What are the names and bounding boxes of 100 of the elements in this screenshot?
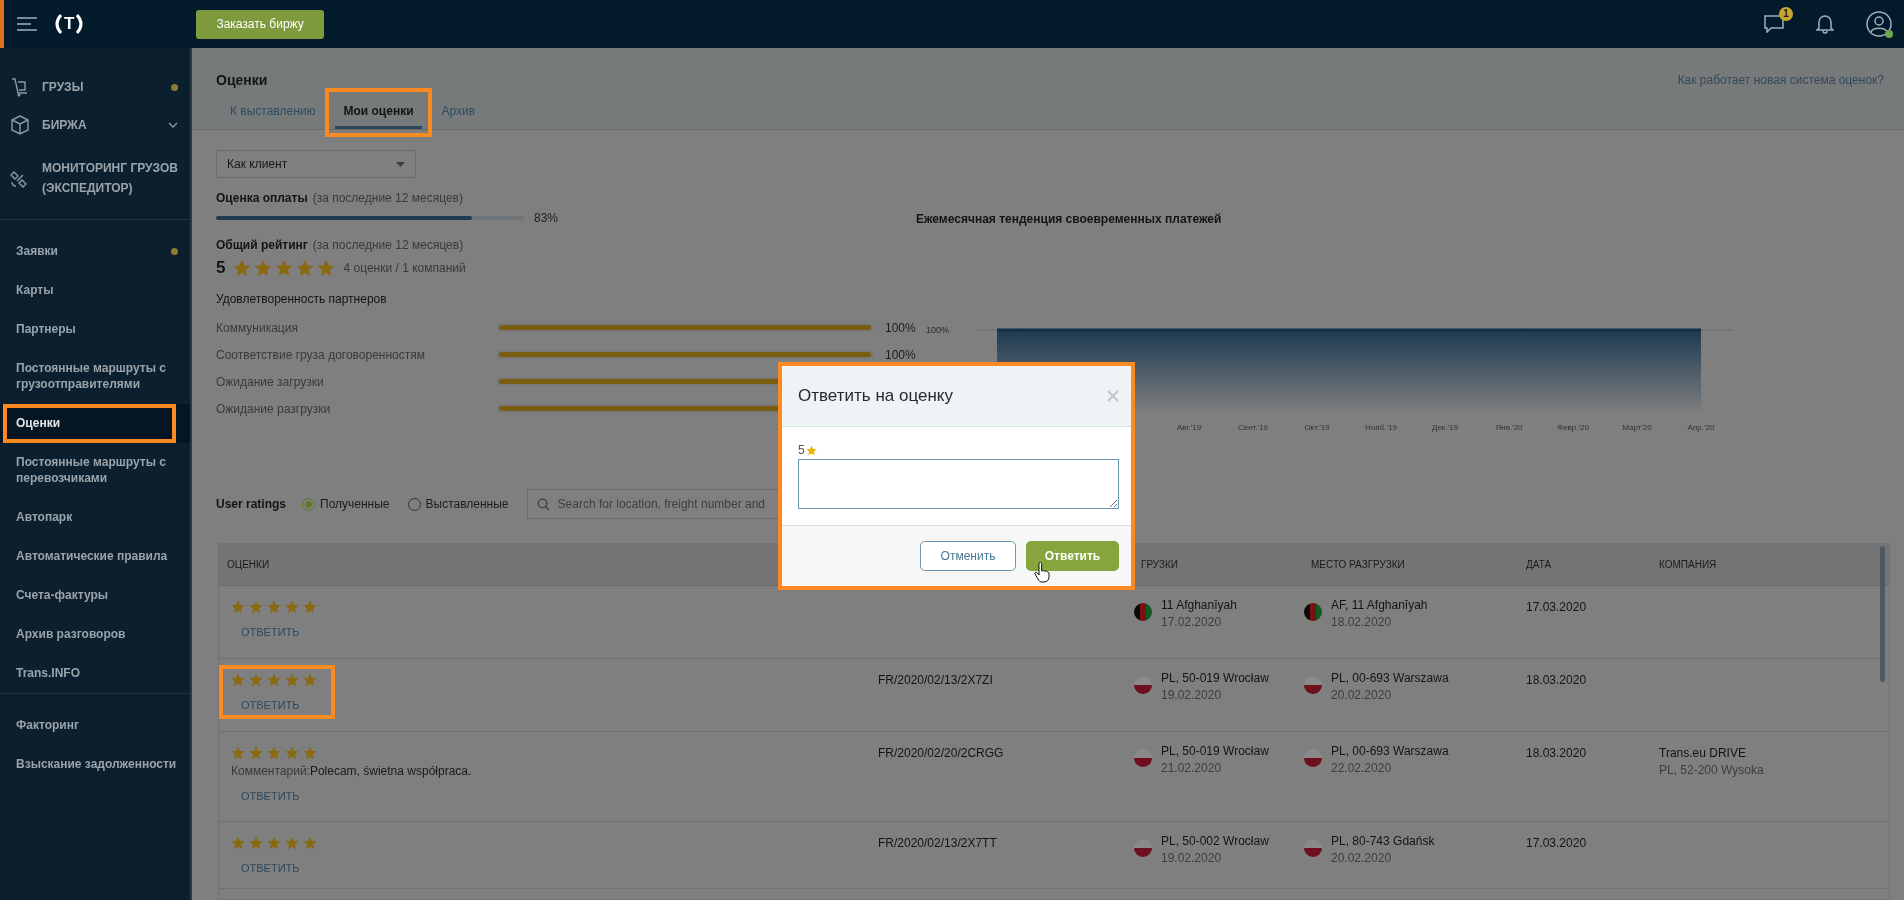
place-date: 19.02.2020 — [1161, 851, 1223, 865]
flag-icon — [1133, 838, 1153, 858]
comment-label: Комментарий: — [231, 764, 310, 778]
sidebar-section-label: ГРУЗЫ — [42, 79, 85, 96]
star-icon — [805, 444, 817, 456]
rating-date: 17.03.2020 — [1526, 836, 1587, 850]
place-date: 22.02.2020 — [1331, 761, 1393, 775]
period-note: (за последние 12 месяцев) — [312, 191, 463, 205]
scrollbar[interactable] — [1880, 546, 1885, 682]
flag-icon — [1133, 748, 1153, 768]
status-dot — [1885, 30, 1893, 38]
place-text: PL, 50-019 Wrocław — [1161, 744, 1269, 758]
comment-text: Polecam, świetna współpraca. — [309, 764, 472, 778]
percent-reading: 100% — [885, 320, 916, 335]
axis-label: Март'20 — [1622, 423, 1652, 432]
place-text: PL, 00-693 Warszawa — [1331, 671, 1449, 685]
flag-icon — [1303, 838, 1323, 858]
place-text: 11 Afghanīyah — [1161, 598, 1237, 612]
sidebar-item[interactable]: Счета-фактуры — [0, 576, 190, 615]
sidebar-section-item[interactable]: МОНИТОРИНГ ГРУЗОВ (ЭКСПЕДИТОР) — [0, 144, 190, 207]
search-icon — [536, 498, 550, 511]
overall-rating-label: Общий рейтинг — [216, 238, 308, 252]
axis-label: Авг.'19 — [1176, 423, 1202, 432]
axis-label: Февр.'20 — [1557, 423, 1589, 432]
sidebar-item[interactable]: Взыскание задолженности — [0, 745, 190, 784]
rating-score: 5 — [216, 258, 226, 278]
sidebar-section-label: БИРЖА — [42, 117, 88, 134]
rating-date: 18.03.2020 — [1526, 673, 1587, 687]
page-title: Оценки — [216, 72, 268, 88]
flag-icon — [1303, 748, 1323, 768]
place-text: PL, 50-019 Wrocław — [1161, 671, 1269, 685]
hand-cursor-icon — [1034, 562, 1050, 583]
column-header: КОМПАНИЯ — [1658, 559, 1718, 570]
sidebar-item[interactable]: Партнеры — [0, 310, 190, 349]
sidebar-item[interactable]: Архив разговоров — [0, 615, 190, 654]
place-text: PL, 80-743 Gdańsk — [1331, 834, 1435, 848]
criterion-label: Ожидание разгрузки — [216, 401, 332, 416]
sidebar-item[interactable]: Автоматические правила — [0, 537, 190, 576]
accent-stripe — [0, 0, 4, 48]
place-date: 18.02.2020 — [1331, 615, 1393, 629]
radio-option[interactable]: Полученные — [302, 497, 390, 511]
flag-icon — [1303, 602, 1323, 622]
place-text: PL, 50-002 Wrocław — [1161, 834, 1269, 848]
caret-icon — [396, 161, 405, 167]
flag-icon — [1303, 675, 1323, 695]
user-avatar-icon[interactable] — [1866, 11, 1892, 37]
section-title: Удовлетворенность партнеров — [216, 292, 388, 306]
column-header: ОЦЕНКИ — [226, 559, 271, 570]
sidebar-item[interactable]: Trans.INFO — [0, 654, 190, 693]
hand-truck-icon — [10, 77, 30, 97]
sidebar-item[interactable]: Карты — [0, 271, 190, 310]
flag-icon — [1133, 602, 1153, 622]
flag-icon — [1133, 675, 1153, 695]
menu-icon[interactable] — [17, 17, 37, 31]
payment-rating-label: Оценка оплаты — [216, 191, 308, 205]
dialog-title: Ответить на оценку — [798, 386, 953, 406]
notification-badge: 1 — [1779, 7, 1793, 21]
chat-icon[interactable] — [1764, 15, 1784, 33]
axis-label: Дек.'19 — [1432, 423, 1458, 432]
company-name: Trans.eu DRIVE — [1659, 746, 1747, 760]
axis-label: 100% — [926, 325, 950, 335]
radio-button[interactable] — [302, 497, 316, 511]
sidebar-item[interactable]: Заявки — [0, 232, 190, 271]
reply-text-area[interactable] — [798, 459, 1119, 509]
sidebar-item[interactable]: Оценки — [0, 404, 190, 443]
axis-label: Апр.'20 — [1687, 423, 1715, 432]
role-select[interactable]: Как клиент — [216, 150, 416, 178]
radio-option[interactable]: Выставленные — [407, 497, 509, 511]
bell-icon[interactable] — [1816, 14, 1834, 34]
criterion-label: Ожидание загрузки — [216, 374, 325, 389]
rating-summary: 4 оценки / 1 компаний — [343, 261, 466, 275]
cancel-button[interactable]: Отменить — [920, 541, 1016, 571]
period-note: (за последние 12 месяцев) — [312, 238, 464, 252]
column-header: ДАТА — [1525, 559, 1553, 570]
place-date: 20.02.2020 — [1331, 851, 1393, 865]
logo[interactable]: T — [51, 13, 88, 35]
place-text: AF, 11 Afghanīyah — [1331, 598, 1428, 612]
place-date: 19.02.2020 — [1161, 688, 1223, 702]
sidebar-item[interactable]: Факторинг — [0, 706, 190, 745]
freight-number: FR/2020/02/13/2X7ZI — [878, 673, 993, 687]
rating-value: 5 — [798, 443, 805, 457]
sidebar-item[interactable]: Автопарк — [0, 498, 190, 537]
axis-label: Нояб.'19 — [1365, 423, 1397, 432]
place-date: 21.02.2020 — [1161, 761, 1223, 775]
sidebar-section-label: МОНИТОРИНГ ГРУЗОВ (ЭКСПЕДИТОР) — [42, 160, 178, 197]
freight-number: FR/2020/02/20/2CRGG — [878, 746, 1004, 760]
rating-date: 18.03.2020 — [1526, 746, 1587, 760]
cube-icon — [10, 115, 30, 135]
column-header: ГРУЗКИ — [1140, 559, 1180, 570]
sidebar-section-item[interactable]: БИРЖА — [0, 106, 190, 144]
percent-reading: 83% — [534, 211, 559, 225]
company-address: PL, 52-200 Wysoka — [1659, 763, 1765, 777]
place-date: 20.02.2020 — [1331, 688, 1393, 702]
sidebar-item[interactable]: Постоянные маршруты с грузоотправителями — [0, 349, 190, 404]
chart-title: Ежемесячная тенденция своевременных платежей — [916, 212, 1223, 226]
tab[interactable]: Мои оценки — [335, 96, 422, 129]
column-header: МЕСТО РАЗГРУЗКИ — [1310, 559, 1406, 570]
percent-reading: 100% — [885, 347, 916, 362]
sidebar-section-item[interactable]: ГРУЗЫ — [0, 68, 190, 106]
sidebar-item[interactable]: Постоянные маршруты с перевозчиками — [0, 443, 190, 498]
